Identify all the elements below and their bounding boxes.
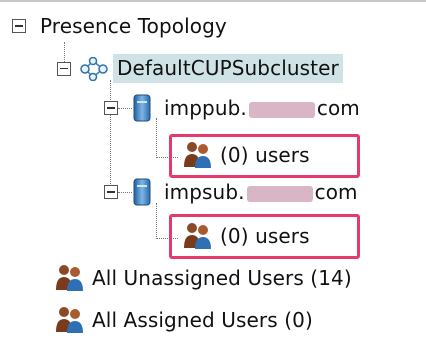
tree-line bbox=[156, 203, 157, 239]
tree-root-label: Presence Topology bbox=[40, 14, 227, 38]
topology-icon bbox=[79, 56, 109, 81]
users-icon bbox=[182, 141, 212, 169]
unassigned-users-label: All Unassigned Users (14) bbox=[92, 266, 352, 290]
assigned-users-label: All Assigned Users (0) bbox=[92, 308, 313, 332]
collapse-icon[interactable] bbox=[12, 19, 26, 33]
tree-subcluster-label[interactable]: DefaultCUPSubcluster bbox=[113, 54, 343, 83]
tree-node-users[interactable]: (0) users bbox=[182, 141, 310, 169]
tree-subcluster[interactable]: DefaultCUPSubcluster bbox=[57, 54, 343, 83]
redacted-domain bbox=[248, 101, 315, 118]
tree-unassigned-users[interactable]: All Unassigned Users (14) bbox=[54, 264, 352, 292]
tree-node-imppub[interactable]: imppub. com bbox=[104, 93, 360, 123]
collapse-icon[interactable] bbox=[104, 185, 118, 199]
tree-node-users[interactable]: (0) users bbox=[182, 222, 310, 250]
server-icon bbox=[132, 177, 152, 207]
tree-root[interactable]: Presence Topology bbox=[12, 14, 227, 38]
node-hostname: impsub. com bbox=[164, 180, 358, 204]
users-icon bbox=[54, 264, 84, 292]
collapse-icon[interactable] bbox=[57, 61, 71, 76]
collapse-icon[interactable] bbox=[104, 101, 118, 115]
top-border bbox=[0, 0, 426, 2]
server-icon bbox=[132, 93, 152, 123]
tree-node-impsub[interactable]: impsub. com bbox=[104, 177, 358, 207]
tree-assigned-users[interactable]: All Assigned Users (0) bbox=[54, 306, 313, 334]
users-icon bbox=[54, 306, 84, 334]
redacted-domain bbox=[246, 185, 313, 202]
node-hostname: imppub. com bbox=[164, 96, 360, 120]
users-icon bbox=[182, 222, 212, 250]
users-count-label: (0) users bbox=[220, 143, 310, 167]
users-count-label: (0) users bbox=[220, 224, 310, 248]
tree-line bbox=[156, 118, 157, 158]
